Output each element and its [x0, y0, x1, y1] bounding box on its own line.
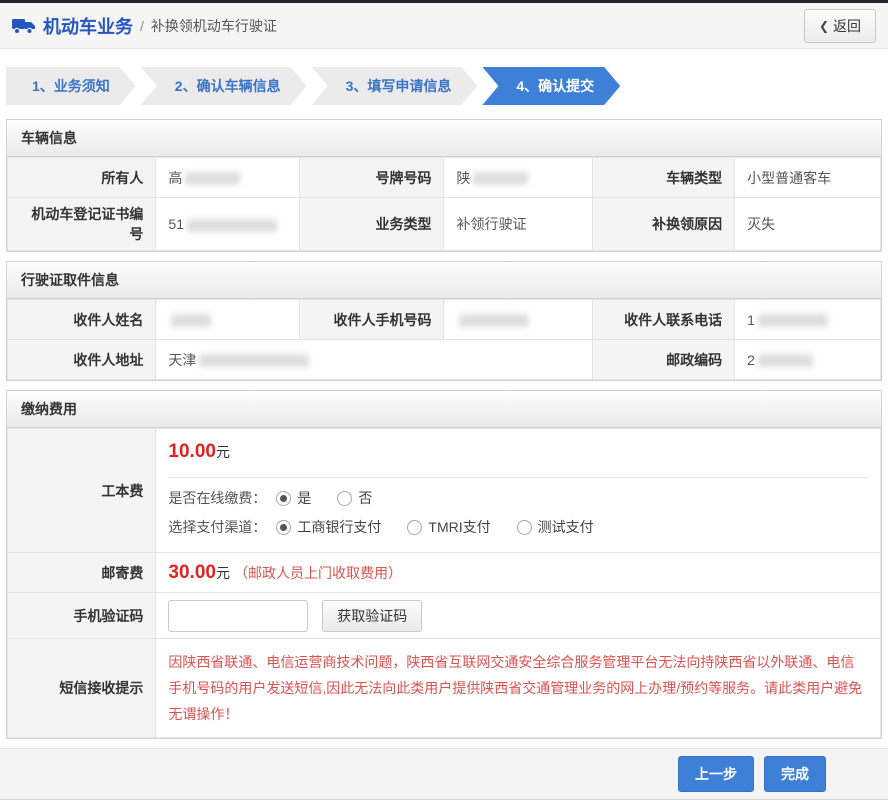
get-captcha-button[interactable]: 获取验证码 [322, 599, 423, 632]
fee-amount: 10.00 [168, 441, 216, 462]
online-pay-option-no[interactable]: 否 [337, 488, 372, 508]
online-pay-line: 是否在线缴费： 是 否 [168, 488, 868, 508]
redacted-value [186, 218, 277, 232]
redacted-value [459, 314, 530, 328]
back-button-label: 返回 [833, 17, 861, 34]
cert-no-value: 51 [155, 197, 301, 251]
channel-test-label: 测试支付 [537, 519, 594, 535]
redacted-value [757, 314, 828, 328]
table-row: 工本费 10.00元 是否在线缴费： 是 否 选择支付渠道： 工商银行支付 TM… [6, 428, 881, 553]
step-wizard: 1、业务须知 2、确认车辆信息 3、填写申请信息 4、确认提交 [0, 49, 888, 119]
vehicle-info-section: 车辆信息 所有人 高 号牌号码 陕 车辆类型 小型普通客车 机动车登记证书编号 … [6, 119, 882, 252]
vehicle-info-title: 车辆信息 [7, 120, 881, 157]
business-type-label: 业务类型 [299, 197, 445, 251]
recipient-address-label: 收件人地址 [6, 339, 157, 380]
captcha-cell: 获取验证码 [155, 592, 881, 639]
postage-unit: 元 [215, 564, 230, 581]
back-chevron-icon: ❮ [818, 18, 829, 33]
table-row: 机动车登记证书编号 51 业务类型 补领行驶证 补换领原因 灭失 [6, 197, 881, 251]
cert-no-label: 机动车登记证书编号 [6, 197, 157, 251]
vehicle-type-value: 小型普通客车 [734, 157, 881, 198]
postage-cell: 30.00元 （邮政人员上门收取费用） [155, 552, 881, 593]
finish-button[interactable]: 完成 [764, 756, 826, 792]
captcha-input[interactable] [168, 599, 309, 632]
pickup-info-title: 行驶证取件信息 [7, 262, 881, 299]
vehicle-type-label: 车辆类型 [591, 157, 736, 198]
captcha-label: 手机验证码 [6, 592, 157, 639]
app-title: 机动车业务 [43, 16, 133, 37]
truck-icon [12, 18, 35, 34]
step-3-fill-application[interactable]: 3、填写申请信息 [312, 67, 478, 105]
payment-section: 缴纳费用 工本费 10.00元 是否在线缴费： 是 否 选择支付渠道： 工商银行… [6, 390, 882, 739]
radio-channel-test[interactable] [516, 519, 532, 535]
channel-option-tmri[interactable]: TMRI支付 [407, 517, 491, 537]
step-4-confirm-submit[interactable]: 4、确认提交 [482, 67, 620, 105]
postcode-value: 2 [734, 339, 881, 380]
business-type-value: 补领行驶证 [443, 197, 593, 251]
table-row: 收件人地址 天津 邮政编码 2 [6, 339, 881, 380]
radio-channel-icbc[interactable] [276, 519, 292, 535]
reason-value: 灭失 [734, 197, 881, 251]
sms-note-text: 因陕西省联通、电信运营商技术问题，陕西省互联网交通安全综合服务管理平台无法向持陕… [168, 654, 863, 722]
pickup-info-section: 行驶证取件信息 收件人姓名 收件人手机号码 收件人联系电话 1 收件人地址 天津… [6, 261, 882, 381]
redacted-value [473, 172, 529, 186]
vehicle-info-table: 所有人 高 号牌号码 陕 车辆类型 小型普通客车 机动车登记证书编号 51 业务… [6, 157, 881, 251]
channel-option-icbc[interactable]: 工商银行支付 [276, 517, 381, 537]
table-row: 收件人姓名 收件人手机号码 收件人联系电话 1 [6, 299, 881, 340]
online-pay-option-yes[interactable]: 是 [276, 488, 311, 508]
fee-label: 工本费 [6, 428, 157, 553]
fee-amount-line: 10.00元 [168, 435, 868, 478]
table-row: 邮寄费 30.00元 （邮政人员上门收取费用） [6, 552, 881, 593]
payment-table: 工本费 10.00元 是否在线缴费： 是 否 选择支付渠道： 工商银行支付 TM… [6, 428, 881, 738]
postcode-label: 邮政编码 [591, 339, 736, 380]
pay-channel-label: 选择支付渠道： [168, 519, 267, 535]
footer-action-bar: 上一步 完成 [0, 748, 888, 800]
channel-tmri-label: TMRI支付 [428, 519, 491, 535]
fee-unit: 元 [215, 444, 230, 460]
table-row: 手机验证码 获取验证码 [6, 592, 881, 639]
radio-online-no[interactable] [337, 490, 353, 506]
fee-cell: 10.00元 是否在线缴费： 是 否 选择支付渠道： 工商银行支付 TMRI支付… [155, 428, 881, 553]
sms-tip-label: 短信接收提示 [6, 638, 157, 738]
pickup-info-table: 收件人姓名 收件人手机号码 收件人联系电话 1 收件人地址 天津 邮政编码 2 [6, 299, 881, 380]
online-no-label: 否 [358, 490, 373, 506]
plate-label: 号牌号码 [299, 157, 445, 198]
radio-channel-tmri[interactable] [407, 519, 423, 535]
redacted-value [757, 354, 813, 368]
recipient-phone-label: 收件人联系电话 [591, 299, 736, 340]
recipient-mobile-value [443, 299, 593, 340]
back-button[interactable]: ❮ 返回 [803, 8, 876, 43]
redacted-value [199, 354, 310, 368]
online-yes-label: 是 [297, 490, 312, 506]
page-title: 补换领机动车行驶证 [150, 17, 277, 34]
previous-step-button[interactable]: 上一步 [678, 756, 754, 792]
recipient-name-value [155, 299, 301, 340]
app-header: 机动车业务 / 补换领机动车行驶证 ❮ 返回 [0, 3, 888, 49]
payment-title: 缴纳费用 [7, 391, 881, 428]
breadcrumb-separator: / [140, 17, 144, 34]
table-row: 短信接收提示 因陕西省联通、电信运营商技术问题，陕西省互联网交通安全综合服务管理… [6, 638, 881, 738]
owner-value: 高 [155, 157, 301, 198]
pay-channel-line: 选择支付渠道： 工商银行支付 TMRI支付 测试支付 [168, 517, 868, 537]
redacted-value [185, 172, 241, 186]
recipient-name-label: 收件人姓名 [6, 299, 157, 340]
postage-amount: 30.00 [168, 561, 216, 583]
redacted-value [171, 314, 212, 328]
postage-label: 邮寄费 [6, 552, 157, 593]
step-2-confirm-vehicle[interactable]: 2、确认车辆信息 [141, 67, 307, 105]
owner-label: 所有人 [6, 157, 157, 198]
channel-option-test[interactable]: 测试支付 [516, 517, 594, 537]
recipient-mobile-label: 收件人手机号码 [299, 299, 445, 340]
step-1-business-notice[interactable]: 1、业务须知 [6, 67, 136, 105]
table-row: 所有人 高 号牌号码 陕 车辆类型 小型普通客车 [6, 157, 881, 198]
postage-note: （邮政人员上门收取费用） [233, 564, 402, 581]
online-pay-label: 是否在线缴费： [168, 490, 267, 506]
recipient-address-value: 天津 [155, 339, 593, 380]
reason-label: 补换领原因 [591, 197, 736, 251]
sms-tip-cell: 因陕西省联通、电信运营商技术问题，陕西省互联网交通安全综合服务管理平台无法向持陕… [155, 638, 881, 738]
radio-online-yes[interactable] [276, 490, 292, 506]
plate-value: 陕 [443, 157, 593, 198]
channel-icbc-label: 工商银行支付 [297, 519, 382, 535]
recipient-phone-value: 1 [734, 299, 881, 340]
